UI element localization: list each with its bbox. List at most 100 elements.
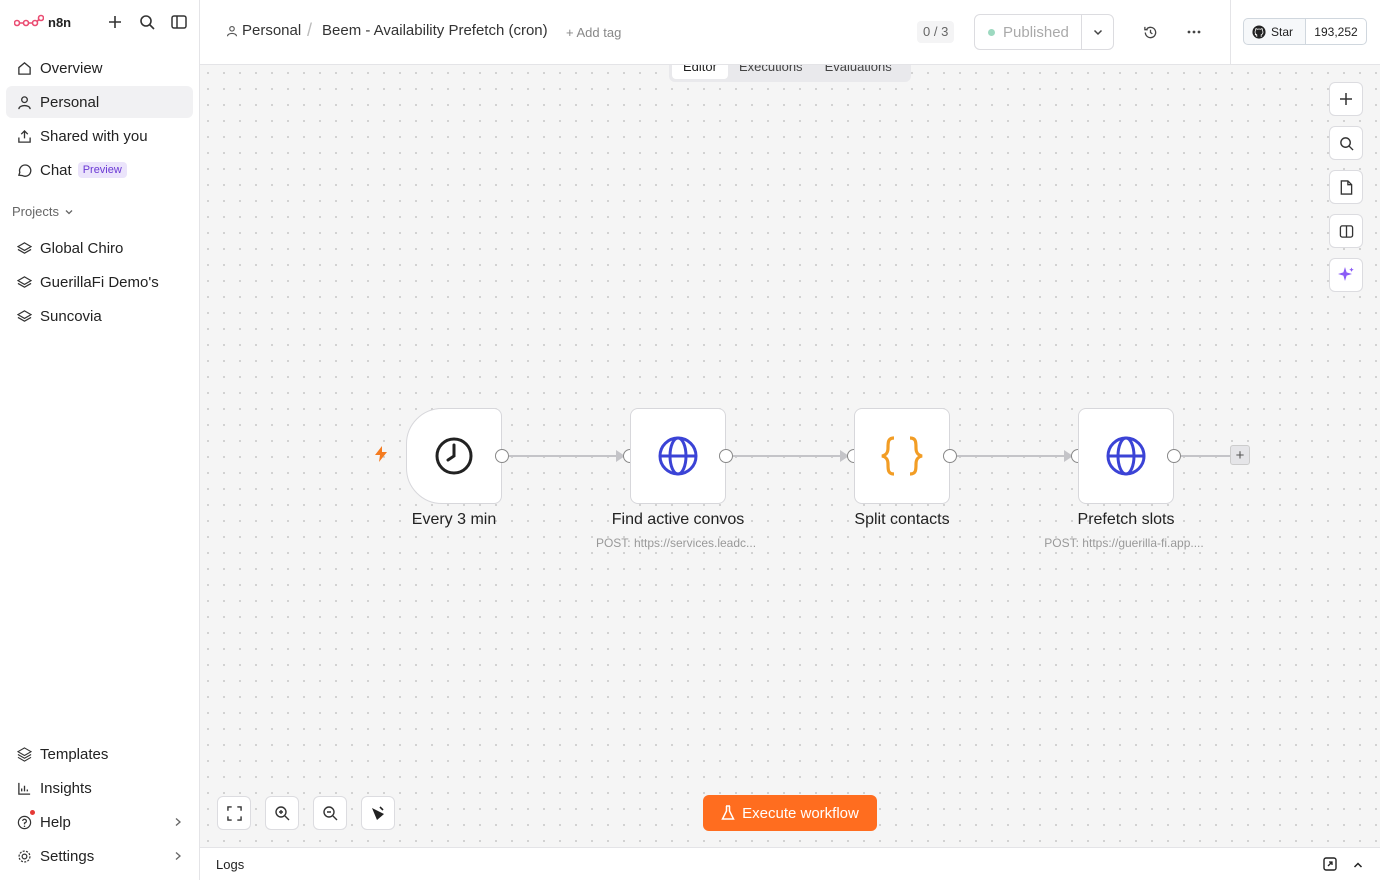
connection-line bbox=[957, 455, 1067, 457]
layers-icon bbox=[16, 274, 32, 290]
workflow-canvas[interactable]: Editor Executions Evaluations + Every 3 … bbox=[200, 65, 1380, 847]
n8n-logo-icon bbox=[14, 14, 44, 27]
github-count-label: 193,252 bbox=[1314, 24, 1358, 39]
sidebar-toggle-icon[interactable] bbox=[169, 12, 189, 32]
logs-panel[interactable]: Logs bbox=[200, 847, 1380, 880]
output-handle[interactable] bbox=[719, 449, 733, 463]
published-button[interactable]: Published bbox=[974, 14, 1082, 50]
more-options-icon[interactable] bbox=[1184, 22, 1204, 42]
node-split-contacts[interactable] bbox=[854, 408, 950, 504]
chevron-down-icon bbox=[65, 209, 73, 214]
breadcrumb-project-label: Personal bbox=[242, 22, 302, 39]
project-label: Global Chiro bbox=[40, 239, 124, 257]
templates-icon bbox=[16, 746, 32, 762]
sticky-note-button[interactable] bbox=[1329, 170, 1363, 204]
ai-assistant-button[interactable] bbox=[1329, 258, 1363, 292]
gear-icon bbox=[16, 848, 32, 864]
output-handle[interactable] bbox=[1167, 449, 1181, 463]
github-icon bbox=[1252, 24, 1266, 39]
popout-icon[interactable] bbox=[1323, 857, 1337, 874]
sidebar: n8n Overview Personal Shared with you Ch… bbox=[0, 0, 200, 880]
braces-icon bbox=[881, 436, 923, 476]
add-node-button[interactable] bbox=[1329, 82, 1363, 116]
flask-icon bbox=[721, 805, 735, 820]
tab-editor[interactable]: Editor bbox=[672, 65, 728, 79]
sticky-note-icon bbox=[1340, 179, 1353, 195]
github-star-count[interactable]: 193,252 bbox=[1305, 18, 1367, 45]
node-find-active-convos[interactable] bbox=[630, 408, 726, 504]
tab-executions[interactable]: Executions bbox=[728, 65, 814, 79]
node-every-3-min[interactable] bbox=[406, 408, 502, 504]
sidebar-item-label: Insights bbox=[40, 779, 92, 797]
node-title: Split contacts bbox=[854, 511, 950, 528]
breadcrumb-separator: / bbox=[307, 20, 313, 40]
layers-icon bbox=[16, 308, 32, 324]
logs-label: Logs bbox=[216, 857, 245, 872]
zoom-in-button[interactable] bbox=[265, 796, 299, 830]
sidebar-item-label: Personal bbox=[40, 93, 100, 111]
plus-icon bbox=[1340, 93, 1352, 105]
search-nodes-button[interactable] bbox=[1329, 126, 1363, 160]
user-icon bbox=[16, 94, 32, 110]
sidebar-project-global-chiro[interactable]: Global Chiro bbox=[6, 232, 193, 264]
output-handle[interactable] bbox=[495, 449, 509, 463]
sidebar-item-label: Overview bbox=[40, 59, 103, 77]
add-tag-button[interactable]: + Add tag bbox=[566, 25, 621, 40]
zoom-out-icon bbox=[323, 806, 338, 821]
publish-dropdown-button[interactable] bbox=[1081, 14, 1114, 50]
preview-badge: Preview bbox=[77, 162, 127, 178]
sidebar-project-guerillafi[interactable]: GuerillaFi Demo's bbox=[6, 266, 193, 298]
sidebar-item-settings[interactable]: Settings bbox=[6, 840, 193, 872]
sidebar-item-overview[interactable]: Overview bbox=[6, 52, 193, 84]
add-next-node-button[interactable]: + bbox=[1230, 445, 1250, 465]
fit-view-icon bbox=[226, 805, 242, 821]
zoom-out-button[interactable] bbox=[313, 796, 347, 830]
panel-icon bbox=[1339, 224, 1353, 238]
view-tabs: Editor Executions Evaluations bbox=[669, 65, 911, 82]
execute-workflow-button[interactable]: Execute workflow bbox=[703, 795, 877, 831]
workflow-name[interactable]: Beem - Availability Prefetch (cron) bbox=[322, 22, 548, 39]
fit-view-button[interactable] bbox=[217, 796, 251, 830]
sidebar-item-templates[interactable]: Templates bbox=[6, 738, 193, 770]
n8n-logo[interactable]: n8n bbox=[14, 10, 71, 34]
search-icon bbox=[1339, 136, 1354, 151]
workflow-name-text: Beem - Availability Prefetch (cron) bbox=[322, 22, 548, 39]
search-icon[interactable] bbox=[137, 12, 157, 32]
sidebar-item-label: Help bbox=[40, 813, 71, 831]
history-icon[interactable] bbox=[1140, 22, 1160, 42]
user-icon bbox=[226, 25, 238, 36]
sidebar-item-insights[interactable]: Insights bbox=[6, 772, 193, 804]
globe-icon bbox=[658, 436, 698, 476]
execute-workflow-label: Execute workflow bbox=[742, 804, 859, 822]
node-title: Prefetch slots bbox=[1077, 511, 1175, 528]
workflow-counter: 0 / 3 bbox=[917, 21, 955, 43]
panel-toggle-button[interactable] bbox=[1329, 214, 1363, 248]
output-handle[interactable] bbox=[943, 449, 957, 463]
chevron-down-icon bbox=[1093, 29, 1102, 36]
sidebar-item-label: Settings bbox=[40, 847, 95, 865]
sparkle-icon bbox=[1338, 267, 1354, 281]
node-title: Every 3 min bbox=[411, 511, 497, 528]
github-star-button[interactable]: Star bbox=[1243, 18, 1306, 45]
globe-icon bbox=[1106, 436, 1146, 476]
plus-icon[interactable] bbox=[105, 12, 125, 32]
chart-icon bbox=[16, 780, 32, 796]
tidy-up-button[interactable] bbox=[361, 796, 395, 830]
node-prefetch-slots[interactable] bbox=[1078, 408, 1174, 504]
projects-section-toggle[interactable]: Projects bbox=[12, 204, 75, 219]
clock-icon bbox=[435, 437, 473, 475]
sidebar-item-shared[interactable]: Shared with you bbox=[6, 120, 193, 152]
trigger-bolt-icon bbox=[373, 445, 389, 466]
project-label: GuerillaFi Demo's bbox=[40, 273, 159, 291]
share-icon bbox=[16, 128, 32, 144]
projects-label: Projects bbox=[12, 204, 59, 219]
sidebar-item-chat[interactable]: Chat Preview bbox=[6, 154, 193, 186]
sidebar-item-personal[interactable]: Personal bbox=[6, 86, 193, 118]
sidebar-project-suncovia[interactable]: Suncovia bbox=[6, 300, 193, 332]
tab-evaluations[interactable]: Evaluations bbox=[814, 65, 903, 79]
home-icon bbox=[16, 60, 32, 76]
connection-line bbox=[733, 455, 843, 457]
chevron-up-icon[interactable] bbox=[1352, 858, 1364, 874]
breadcrumb-project[interactable]: Personal bbox=[226, 22, 301, 39]
chat-icon bbox=[16, 162, 32, 178]
